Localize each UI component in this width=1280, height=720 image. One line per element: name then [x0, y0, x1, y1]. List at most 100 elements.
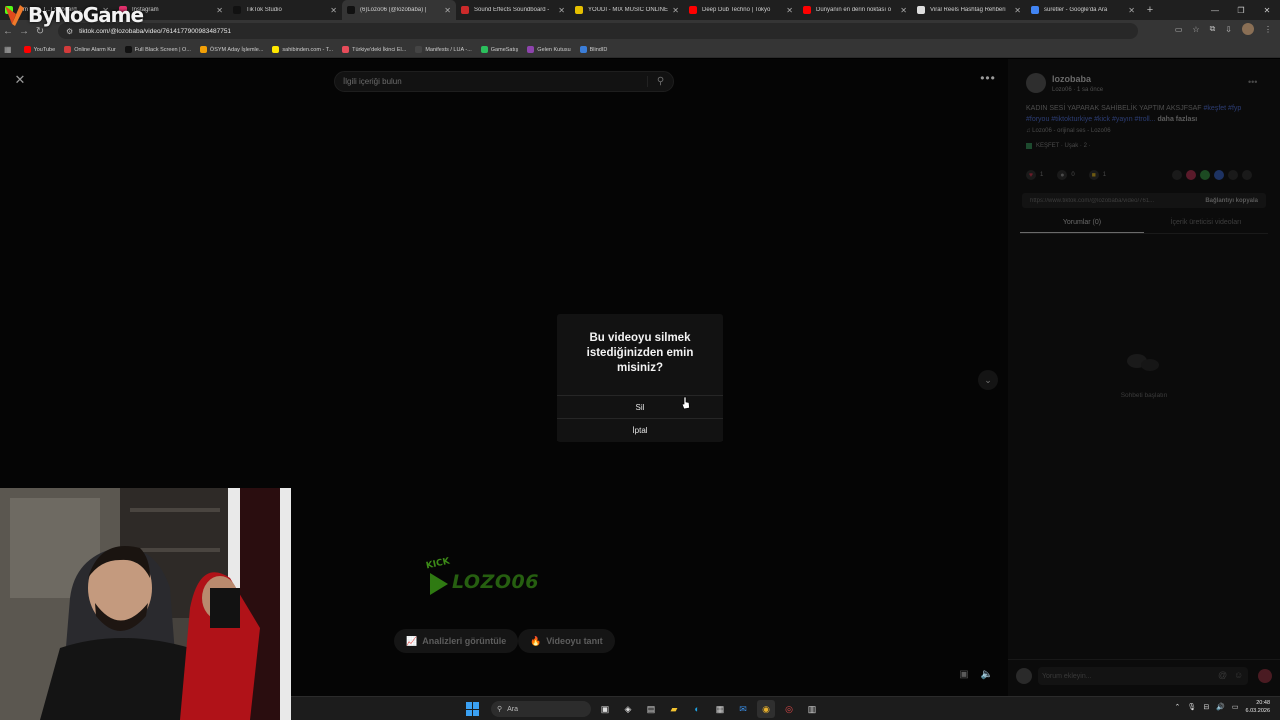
location-tag[interactable]: KEŞFET · Uşak · 2 · — [1026, 143, 1091, 149]
edge-icon[interactable]: ◐ — [688, 700, 706, 718]
more-options-icon[interactable]: ••• — [978, 71, 998, 87]
minimize-icon[interactable]: — — [1202, 6, 1228, 15]
bookmark-favicon-icon — [272, 46, 280, 53]
bookmark-item[interactable]: Full Black Screen | O... — [124, 46, 191, 53]
like-button[interactable]: ♥ 1 — [1026, 170, 1043, 180]
avatar[interactable] — [1026, 73, 1046, 93]
tab-close-icon[interactable]: ✕ — [216, 6, 223, 15]
mention-icon[interactable]: @ — [1218, 670, 1227, 680]
tab-close-icon[interactable]: ✕ — [330, 6, 337, 15]
close-icon[interactable]: ✕ — [11, 71, 29, 89]
x-share-icon[interactable] — [1228, 170, 1238, 180]
apps-grid-icon[interactable]: ▦ — [4, 45, 12, 54]
close-window-icon[interactable]: ✕ — [1254, 6, 1280, 15]
tab-favicon-icon — [233, 6, 241, 14]
cast-icon[interactable]: ▭ — [1175, 25, 1183, 34]
file-explorer-icon[interactable]: ▰ — [665, 700, 683, 718]
bookmark-star-icon[interactable]: ☆ — [1192, 25, 1199, 34]
video-link: https://www.tiktok.com/@lozobaba/video/7… — [1030, 197, 1155, 204]
browser-tab[interactable]: Deep Dub Techno | Tokyo ✕ — [684, 0, 798, 20]
emoji-icon[interactable]: ☺ — [1234, 670, 1243, 680]
bookmark-item[interactable]: Manifests / LUA -... — [415, 46, 472, 53]
url-field[interactable]: ⚙ tiktok.com/@lozobaba/video/76141779009… — [58, 23, 1138, 39]
username[interactable]: lozobaba — [1052, 74, 1091, 84]
facebook-icon[interactable] — [1214, 170, 1224, 180]
comment-button[interactable]: ● 0 — [1057, 170, 1075, 180]
watermark-kick-text: KICK — [425, 556, 451, 572]
task-view-icon[interactable]: ▣ — [596, 700, 614, 718]
send-icon[interactable] — [1258, 669, 1272, 683]
whatsapp-icon[interactable] — [1200, 170, 1210, 180]
tab-close-icon[interactable]: ✕ — [558, 6, 565, 15]
maximize-icon[interactable]: ❐ — [1228, 6, 1254, 15]
post-options-icon[interactable]: ••• — [1248, 77, 1257, 87]
search-bar: ⚲ — [334, 71, 674, 92]
volume-icon[interactable]: 🔈 — [979, 669, 995, 683]
browser-tab[interactable]: YOUDI - MIX MUSIC ONLINE ✕ — [570, 0, 684, 20]
downloads-icon[interactable]: ⇩ — [1225, 25, 1232, 34]
extensions-icon[interactable]: ⧉ — [1210, 24, 1216, 34]
analytics-button[interactable]: 📈 Analizleri görüntüle — [394, 629, 519, 653]
bookmark-label: sahibinden.com - T... — [282, 46, 334, 53]
tray-overflow-icon[interactable]: ⌃ — [1175, 703, 1181, 711]
menu-dots-icon[interactable]: ⋮ — [1264, 25, 1272, 34]
tab-close-icon[interactable]: ✕ — [444, 6, 451, 15]
network-icon[interactable]: ⊟ — [1203, 703, 1209, 711]
tab-close-icon[interactable]: ✕ — [786, 6, 793, 15]
tab-close-icon[interactable]: ✕ — [1128, 6, 1135, 15]
obs-icon[interactable]: ▥ — [803, 700, 821, 718]
battery-icon[interactable]: ▭ — [1232, 703, 1239, 711]
new-tab-icon[interactable]: + — [1140, 0, 1160, 20]
search-icon[interactable]: ⚲ — [647, 76, 673, 87]
profile-avatar[interactable] — [1242, 23, 1254, 35]
tab-comments[interactable]: Yorumlar (0) — [1020, 216, 1144, 233]
widgets-icon[interactable]: ◈ — [619, 700, 637, 718]
app-icon[interactable]: ◎ — [780, 700, 798, 718]
search-input[interactable] — [343, 77, 647, 86]
bookmark-item[interactable]: GameSatış — [480, 46, 518, 53]
browser-tab[interactable]: Viral Reels Hashtag Rehberi ✕ — [912, 0, 1026, 20]
bookmark-item[interactable]: ÖSYM Aday İşlemle... — [199, 46, 263, 53]
clock[interactable]: 20:48 6.03.2026 — [1246, 699, 1270, 715]
next-video-icon[interactable]: ⌄ — [978, 370, 998, 390]
bookmark-item[interactable]: Türkiye'deki İkinci El... — [342, 46, 406, 53]
tab-close-icon[interactable]: ✕ — [672, 6, 679, 15]
hand-cursor-icon — [681, 396, 690, 410]
tab-close-icon[interactable]: ✕ — [1014, 6, 1021, 15]
browser-tab[interactable]: Sound Effects Soundboard - ✕ — [456, 0, 570, 20]
mail-icon[interactable]: ✉ — [734, 700, 752, 718]
windows-start-icon[interactable] — [466, 702, 480, 716]
tab-close-icon[interactable]: ✕ — [900, 6, 907, 15]
promote-button[interactable]: 🔥 Videoyu tanıt — [518, 629, 615, 653]
tab-title: suretler - Google'da Ara — [1044, 7, 1108, 13]
copy-link-button[interactable]: Bağlantıyı kopyala — [1205, 198, 1266, 204]
bookmark-item[interactable]: BlindID — [579, 46, 607, 53]
browser-tab[interactable]: (6)Lozo06 (@lozobaba) | ✕ — [342, 0, 456, 20]
bookmark-item[interactable]: Online Alarm Kur — [64, 46, 116, 53]
taskbar-search[interactable]: ⚲ Ara — [491, 701, 591, 717]
tab-creator-videos[interactable]: İçerik üreticisi videoları — [1144, 216, 1268, 233]
friends-share-icon[interactable] — [1186, 170, 1196, 180]
volume-tray-icon[interactable]: 🔊 — [1216, 703, 1225, 711]
browser-tab[interactable]: suretler - Google'da Ara ✕ — [1026, 0, 1140, 20]
tab-title: TikTok Studio — [246, 7, 282, 13]
cancel-button[interactable]: İptal — [557, 418, 723, 441]
pip-icon[interactable]: ▣ — [956, 669, 972, 683]
store-icon[interactable]: ▦ — [711, 700, 729, 718]
browser-tab[interactable]: TikTok Studio ✕ — [228, 0, 342, 20]
browser-tab[interactable]: Dünyanın en derin noktası o ✕ — [798, 0, 912, 20]
delete-button[interactable]: Sil — [557, 395, 723, 418]
bookmark-label: Türkiye'deki İkinci El... — [352, 46, 407, 53]
bookmark-item[interactable]: sahibinden.com - T... — [272, 46, 333, 53]
bookmark-item[interactable]: Gelen Kutusu — [527, 46, 571, 53]
sound-link[interactable]: ♫ Lozo06 - orijinal ses - Lozo06 — [1026, 128, 1111, 134]
chat-app-icon[interactable]: ▤ — [642, 700, 660, 718]
embed-icon[interactable] — [1172, 170, 1182, 180]
share-arrow-icon[interactable] — [1242, 170, 1252, 180]
show-more-link[interactable]: daha fazlası — [1158, 116, 1198, 123]
mic-icon[interactable]: 🎙 — [1187, 703, 1196, 711]
comment-input[interactable]: Yorum ekleyin... — [1038, 667, 1248, 685]
chrome-icon[interactable]: ◉ — [757, 700, 775, 718]
bookmark-item[interactable]: YouTube — [23, 46, 55, 53]
save-button[interactable]: ■ 1 — [1088, 170, 1106, 180]
